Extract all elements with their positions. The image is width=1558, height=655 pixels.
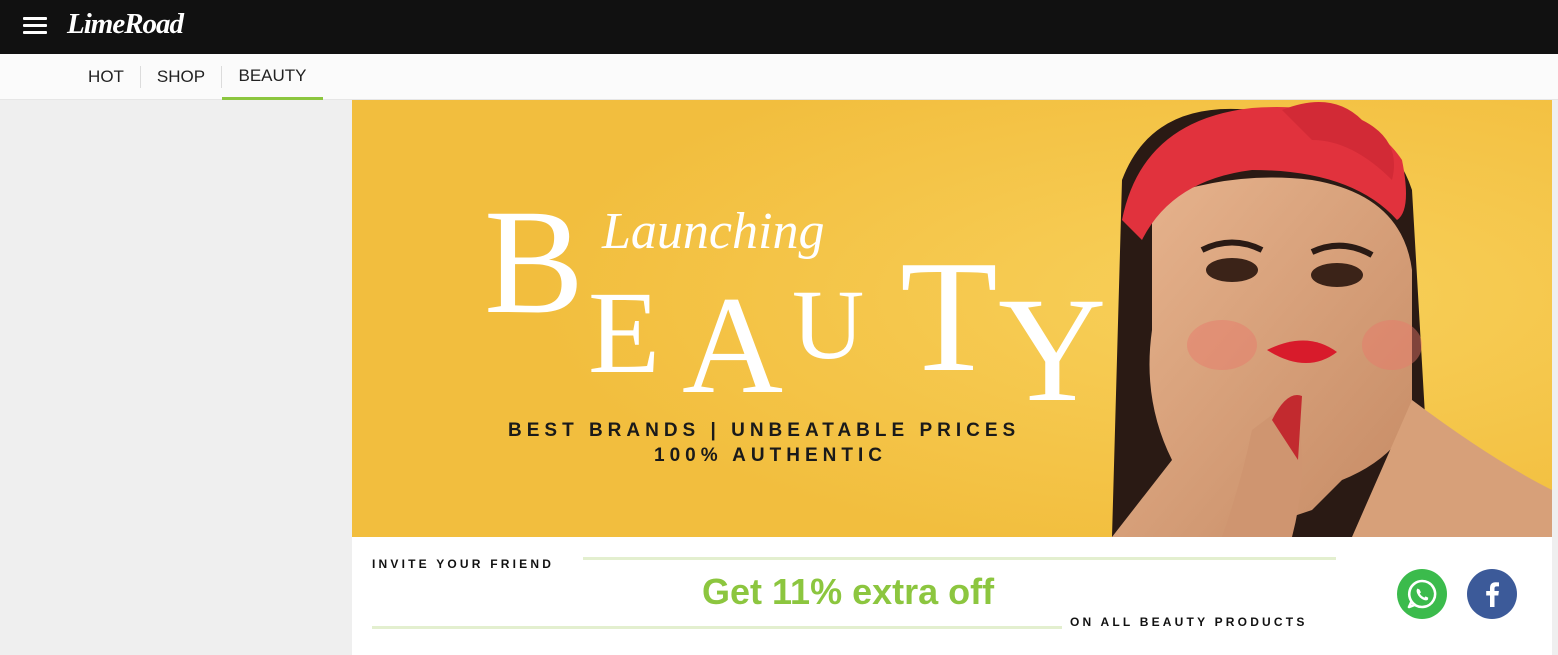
logo[interactable]: LimeRoad: [67, 8, 184, 41]
svg-text:Y: Y: [998, 267, 1106, 433]
category-tabs: HOT SHOP BEAUTY: [0, 54, 1558, 100]
invite-friend-panel: INVITE YOUR FRIEND Get 11% extra off ON …: [352, 537, 1552, 650]
svg-text:T: T: [900, 227, 998, 405]
hero-artwork: Launching B E A U T Y: [352, 100, 1552, 537]
hamburger-menu-button[interactable]: [22, 14, 48, 36]
launching-text: Launching: [601, 203, 824, 260]
tab-hot[interactable]: HOT: [72, 54, 140, 100]
facebook-icon: [1486, 582, 1499, 607]
hero-tagline-2: 100% AUTHENTIC: [654, 445, 887, 466]
top-header: LimeRoad: [0, 0, 1558, 54]
hero-tagline-1: BEST BRANDS | UNBEATABLE PRICES: [508, 420, 1021, 441]
right-gutter: [1552, 100, 1558, 655]
divider-line: [583, 557, 1336, 560]
divider-line: [372, 626, 1062, 629]
svg-text:U: U: [792, 269, 864, 380]
invite-title: INVITE YOUR FRIEND: [372, 557, 555, 571]
whatsapp-icon: [1407, 579, 1437, 609]
left-sidebar: [0, 100, 352, 655]
offer-text: Get 11% extra off: [702, 571, 995, 612]
svg-text:E: E: [588, 267, 660, 398]
menu-icon: [23, 17, 47, 20]
whatsapp-share-button[interactable]: [1397, 569, 1447, 619]
svg-text:B: B: [484, 179, 584, 345]
hero-banner[interactable]: Launching B E A U T Y BEST BRANDS | UNBE…: [352, 100, 1552, 537]
svg-text:A: A: [682, 268, 783, 423]
facebook-share-button[interactable]: [1467, 569, 1517, 619]
tab-beauty[interactable]: BEAUTY: [222, 54, 323, 100]
tab-shop[interactable]: SHOP: [141, 54, 221, 100]
offer-subline: ON ALL BEAUTY PRODUCTS: [1070, 615, 1308, 629]
